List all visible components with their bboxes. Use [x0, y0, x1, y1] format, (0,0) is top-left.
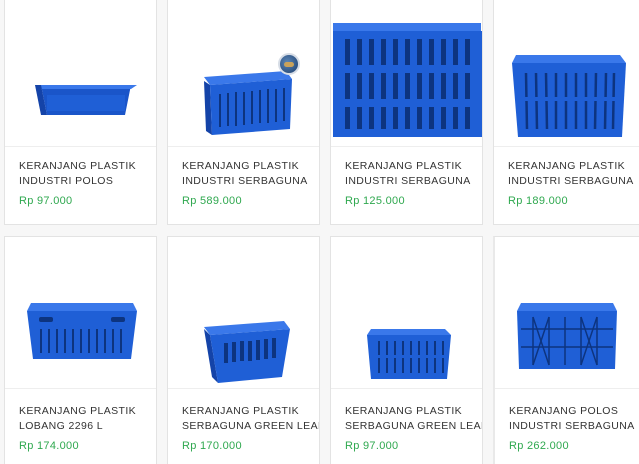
product-name-line1[interactable]: KERANJANG PLASTIK — [345, 159, 476, 174]
product-card[interactable]: KERANJANG PLASTIK SERBAGUNA GREEN LEAF R… — [330, 236, 483, 464]
product-price: Rp 125.000 — [345, 195, 405, 207]
blue-grid-crate-image — [517, 303, 617, 369]
product-card[interactable]: KERANJANG PLASTIK INDUSTRI POLOS Rp 97.0… — [4, 0, 157, 225]
product-name-line2[interactable]: INDUSTRI SERBAGUNA — [508, 174, 639, 189]
product-name-line1[interactable]: KERANJANG PLASTIK — [182, 404, 313, 419]
product-image[interactable] — [495, 237, 639, 389]
product-image[interactable] — [494, 0, 639, 147]
blue-slotted-crate-image — [367, 329, 451, 379]
blue-slotted-crate-image — [204, 71, 292, 135]
brand-badge-icon — [278, 53, 300, 75]
product-name-line2[interactable]: SERBAGUNA GREEN LEAF — [182, 419, 319, 434]
product-image[interactable] — [5, 237, 156, 389]
blue-slotted-crate-image — [512, 55, 626, 137]
product-name-line2[interactable]: INDUSTRI SERBAGUNA — [509, 419, 639, 434]
product-image[interactable] — [331, 0, 482, 147]
product-price: Rp 97.000 — [345, 440, 399, 452]
product-price: Rp 170.000 — [182, 440, 242, 452]
product-name-line2[interactable]: INDUSTRI SERBAGUNA — [182, 174, 313, 189]
product-name-line1[interactable]: KERANJANG POLOS — [509, 404, 639, 419]
large-blue-slotted-crate-image — [333, 23, 482, 137]
product-name-line2[interactable]: SERBAGUNA GREEN LEAF — [345, 419, 482, 434]
product-card[interactable]: KERANJANG PLASTIK INDUSTRI SERBAGUNA Rp … — [167, 0, 320, 225]
product-price: Rp 97.000 — [19, 195, 73, 207]
product-name-line1[interactable]: KERANJANG PLASTIK — [345, 404, 476, 419]
product-card[interactable]: KERANJANG PLASTIK SERBAGUNA GREEN LEAF R… — [167, 236, 320, 464]
product-price: Rp 174.000 — [19, 440, 79, 452]
product-price: Rp 189.000 — [508, 195, 568, 207]
product-name-line1[interactable]: KERANJANG PLASTIK — [508, 159, 639, 174]
product-price: Rp 262.000 — [509, 440, 569, 452]
product-card[interactable]: KERANJANG PLASTIK INDUSTRI SERBAGUNA Rp … — [493, 0, 639, 225]
blue-tapered-crate-image — [204, 321, 290, 383]
blue-solid-crate-image — [35, 85, 137, 115]
blue-perforated-crate-image — [27, 303, 137, 359]
product-price: Rp 589.000 — [182, 195, 242, 207]
product-name-line2[interactable]: LOBANG 2296 L — [19, 419, 150, 434]
product-card[interactable]: KERANJANG PLASTIK LOBANG 2296 L Rp 174.0… — [4, 236, 157, 464]
product-image[interactable] — [168, 237, 319, 389]
product-name-line2[interactable]: INDUSTRI SERBAGUNA — [345, 174, 476, 189]
product-image[interactable] — [5, 0, 156, 147]
product-name-line1[interactable]: KERANJANG PLASTIK — [19, 404, 150, 419]
product-name-line1[interactable]: KERANJANG PLASTIK — [19, 159, 150, 174]
product-name-line2[interactable]: INDUSTRI POLOS — [19, 174, 150, 189]
product-name-line1[interactable]: KERANJANG PLASTIK — [182, 159, 313, 174]
product-image[interactable] — [331, 237, 482, 389]
product-card[interactable]: KERANJANG PLASTIK INDUSTRI SERBAGUNA Rp … — [330, 0, 483, 225]
product-card[interactable]: KERANJANG POLOS INDUSTRI SERBAGUNA Rp 26… — [493, 236, 639, 464]
product-image[interactable] — [168, 0, 319, 147]
